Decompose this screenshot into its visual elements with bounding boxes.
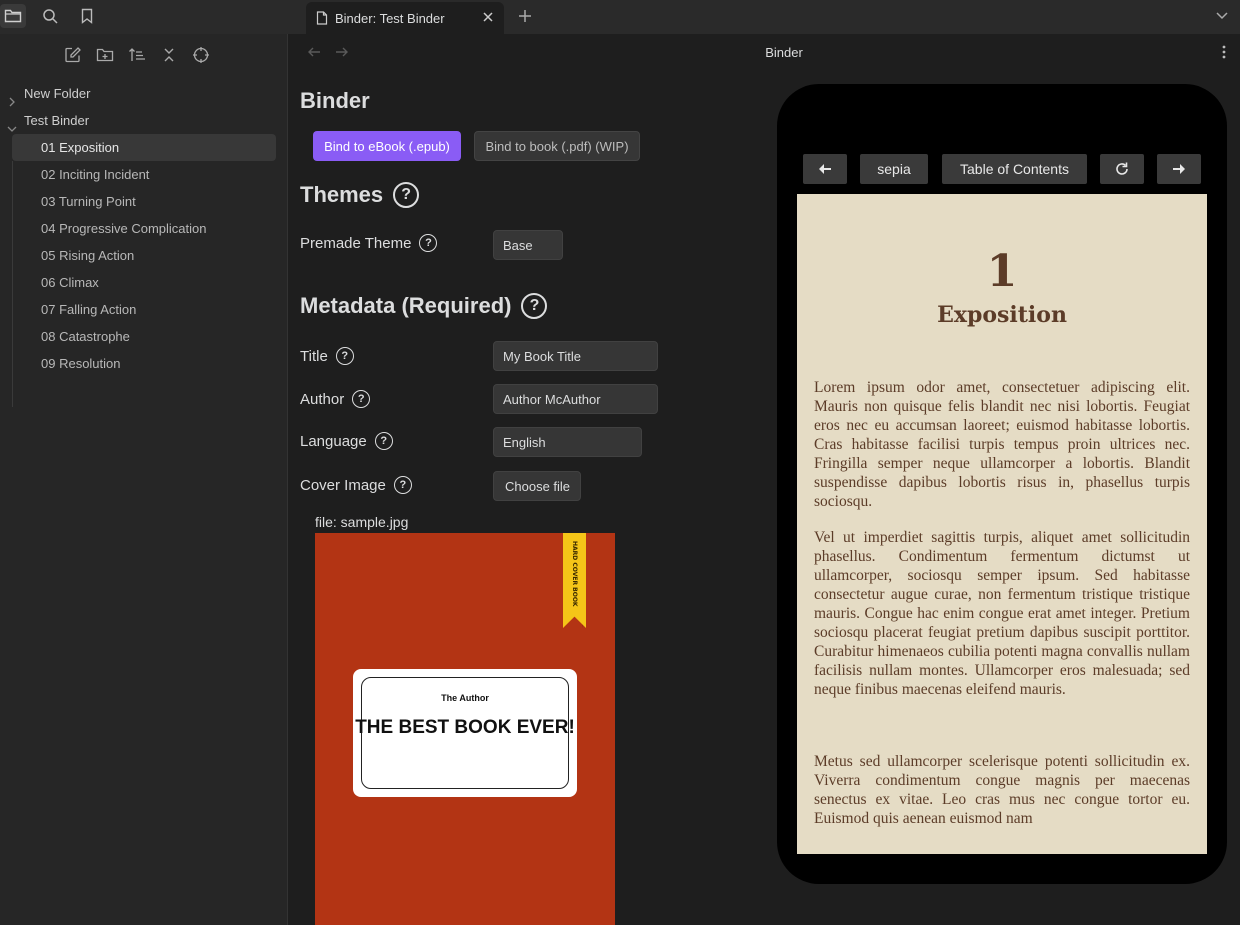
file-label: 08 Catastrophe [41, 329, 130, 344]
folder-new-folder[interactable]: New Folder [0, 80, 288, 107]
more-options-icon[interactable] [1216, 44, 1232, 62]
file-label: 04 Progressive Complication [41, 221, 207, 236]
file-item[interactable]: 08 Catastrophe [12, 323, 276, 350]
help-icon[interactable]: ? [374, 432, 393, 450]
file-tree: New Folder Test Binder 01 Exposition 02 … [0, 80, 288, 407]
cover-image-label-text: Cover Image [300, 476, 386, 494]
ebook-preview-device: sepia Table of Contents 1 Exposition Lor… [777, 84, 1227, 884]
prev-page-button[interactable] [803, 154, 847, 184]
file-item[interactable]: 05 Rising Action [12, 242, 276, 269]
folder-label: Test Binder [24, 113, 90, 128]
new-folder-icon[interactable] [94, 44, 116, 66]
chevron-down-icon [7, 116, 17, 132]
tab-binder[interactable]: Binder: Test Binder [306, 2, 504, 34]
tree-indent-guide [12, 161, 13, 407]
file-item[interactable]: 02 Inciting Incident [12, 161, 276, 188]
reveal-file-icon[interactable] [190, 44, 212, 66]
view-title: Binder [765, 45, 803, 60]
help-icon[interactable]: ? [521, 293, 548, 319]
themes-heading: Themes ? [300, 182, 420, 208]
file-item[interactable]: 03 Turning Point [12, 188, 276, 215]
file-label: 05 Rising Action [41, 248, 135, 263]
paragraph: Metus sed ullamcorper scelerisque potent… [814, 753, 1190, 827]
ebook-page: 1 Exposition Lorem ipsum odor amet, cons… [797, 194, 1207, 854]
cover-image-label: Cover Image ? [300, 476, 412, 494]
bookmark-icon[interactable] [74, 4, 100, 28]
arrow-right-icon [1173, 164, 1185, 174]
author-label: Author ? [300, 390, 371, 408]
paragraph: Vel ut imperdiet sagittis turpis, alique… [814, 529, 1190, 698]
metadata-heading-text: Metadata (Required) [300, 293, 512, 318]
title-label: Title ? [300, 347, 354, 365]
reload-icon [1116, 162, 1128, 175]
language-select[interactable]: English [493, 427, 642, 457]
paragraph: Lorem ipsum odor amet, consectetuer adip… [814, 379, 1190, 510]
chevron-right-icon [7, 89, 17, 107]
help-icon[interactable]: ? [393, 182, 420, 208]
top-bar: Binder: Test Binder [0, 0, 1240, 34]
search-icon[interactable] [37, 4, 63, 28]
arrow-left-icon [819, 164, 831, 174]
cover-image-preview: HARD COVER BOOK The Author THE BEST BOOK… [315, 533, 615, 925]
file-item[interactable]: 04 Progressive Complication [12, 215, 276, 242]
title-label-text: Title [300, 347, 328, 365]
file-item[interactable]: 01 Exposition [12, 134, 276, 161]
premade-theme-label: Premade Theme ? [300, 234, 438, 252]
view-header: Binder [289, 34, 1240, 72]
tab-title: Binder: Test Binder [335, 10, 445, 26]
theme-toggle-button[interactable]: sepia [860, 154, 928, 184]
file-caption: file: sample.jpg [315, 514, 409, 530]
page-title: Binder [300, 88, 370, 113]
document-icon [316, 11, 328, 25]
sidebar-actions [62, 44, 212, 66]
help-icon[interactable]: ? [419, 234, 438, 252]
folder-label: New Folder [24, 86, 91, 101]
file-item[interactable]: 06 Climax [12, 269, 276, 296]
file-label: 03 Turning Point [41, 194, 136, 209]
file-label: 01 Exposition [41, 140, 120, 155]
file-label: 09 Resolution [41, 356, 121, 371]
language-label: Language ? [300, 432, 393, 450]
close-tab-icon[interactable] [480, 9, 496, 25]
author-label-text: Author [300, 390, 345, 408]
file-item[interactable]: 07 Falling Action [12, 296, 276, 323]
file-explorer-icon[interactable] [0, 4, 26, 28]
table-of-contents-button[interactable]: Table of Contents [942, 154, 1087, 184]
cover-title: THE BEST BOOK EVER! [355, 717, 575, 738]
reload-button[interactable] [1100, 154, 1144, 184]
new-note-icon[interactable] [62, 44, 84, 66]
cover-label-plate: The Author THE BEST BOOK EVER! [353, 669, 577, 797]
premade-theme-select[interactable]: Base [493, 230, 563, 260]
premade-theme-text: Premade Theme [300, 234, 412, 252]
next-page-button[interactable] [1157, 154, 1201, 184]
author-input[interactable]: Author McAuthor [493, 384, 658, 414]
file-label: 02 Inciting Incident [41, 167, 150, 182]
bind-epub-button[interactable]: Bind to eBook (.epub) [313, 131, 461, 161]
bind-pdf-button[interactable]: Bind to book (.pdf) (WIP) [474, 131, 640, 161]
new-tab-icon[interactable] [514, 5, 536, 27]
help-icon[interactable]: ? [352, 390, 371, 408]
file-label: 07 Falling Action [41, 302, 137, 317]
help-icon[interactable]: ? [393, 476, 412, 494]
file-explorer-sidebar: New Folder Test Binder 01 Exposition 02 … [0, 34, 288, 925]
help-icon[interactable]: ? [335, 347, 354, 365]
folder-test-binder[interactable]: Test Binder [0, 107, 288, 134]
chapter-number: 1 [986, 246, 1018, 297]
choose-file-button[interactable]: Choose file [493, 471, 581, 501]
chapter-title: Exposition [937, 302, 1067, 328]
ribbon-text: HARD COVER BOOK [571, 541, 578, 607]
metadata-heading: Metadata (Required) ? [300, 293, 548, 319]
collapse-all-icon[interactable] [158, 44, 180, 66]
file-item[interactable]: 09 Resolution [12, 350, 276, 377]
chevron-down-icon[interactable] [1214, 7, 1232, 25]
themes-heading-text: Themes [300, 182, 384, 207]
sort-icon[interactable] [126, 44, 148, 66]
file-label: 06 Climax [41, 275, 99, 290]
title-input[interactable]: My Book Title [493, 341, 658, 371]
language-label-text: Language [300, 432, 367, 450]
cover-author: The Author [441, 693, 489, 703]
